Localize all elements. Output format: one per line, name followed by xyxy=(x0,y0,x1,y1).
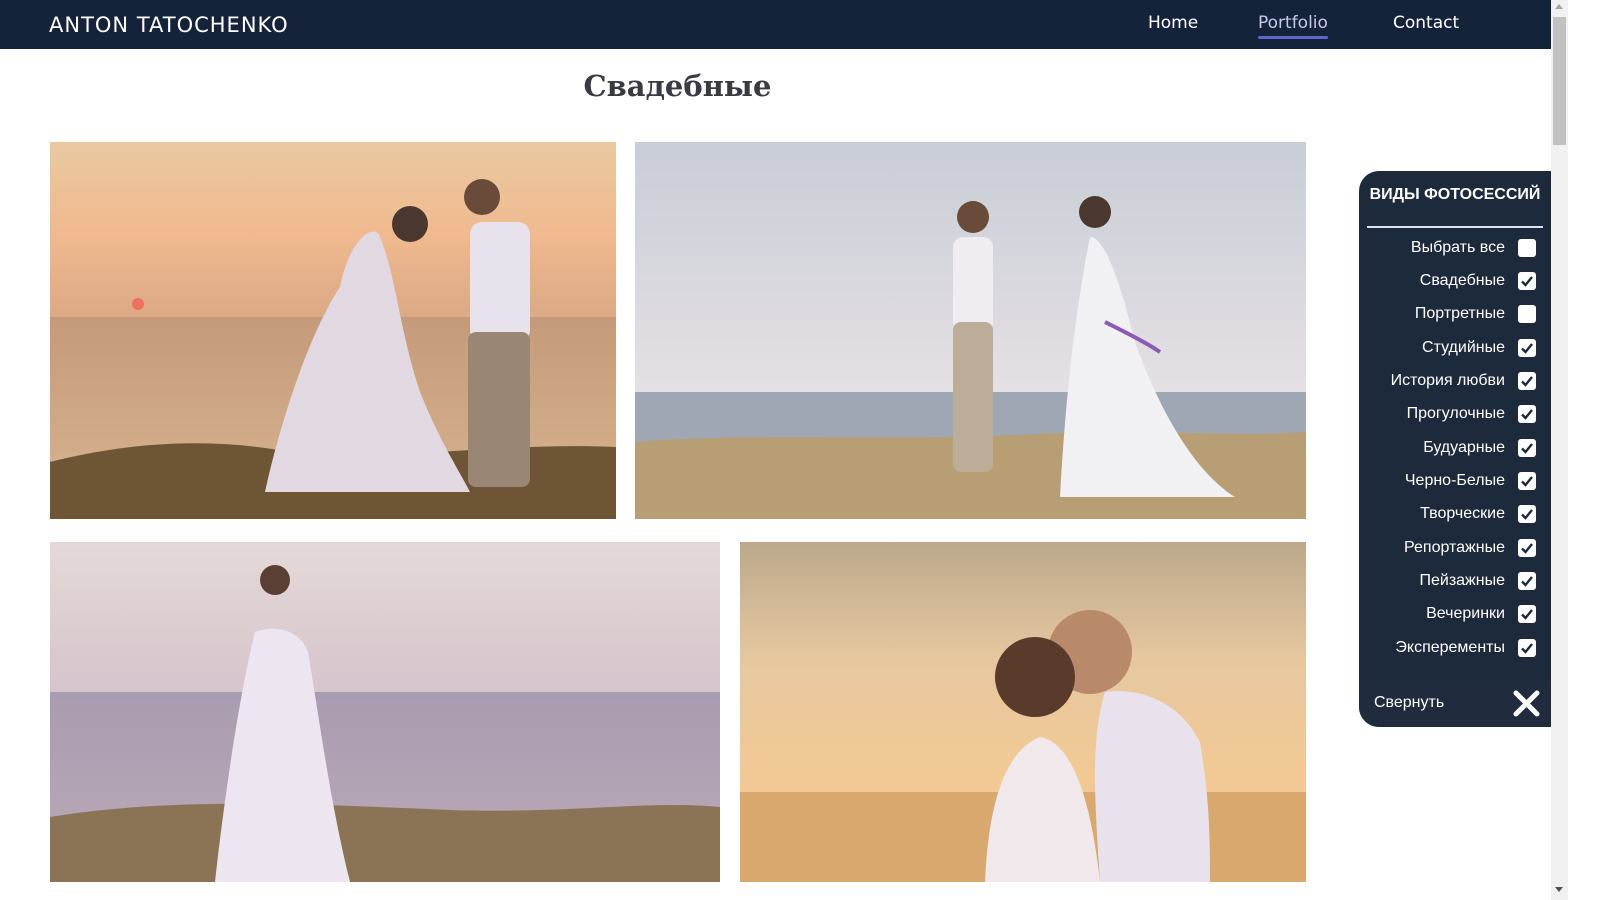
filter-item-landscape[interactable]: Пейзажные xyxy=(1359,566,1551,596)
close-x-icon[interactable] xyxy=(1512,689,1541,718)
collapse-panel-button[interactable]: Свернуть xyxy=(1374,694,1444,712)
site-brand[interactable]: ANTON TATOCHENKO xyxy=(49,13,289,37)
checkmark-icon xyxy=(1521,576,1533,587)
nav-portfolio-link[interactable]: Portfolio xyxy=(1258,13,1328,39)
filter-item-reportage[interactable]: Репортажные xyxy=(1359,533,1551,563)
filter-item-studio[interactable]: Студийные xyxy=(1359,333,1551,363)
checkmark-icon xyxy=(1521,609,1533,620)
active-nav-underline xyxy=(1258,36,1328,39)
filter-label: Черно-Белые xyxy=(1404,472,1505,489)
checkbox-checked[interactable] xyxy=(1518,572,1536,590)
filter-title-divider xyxy=(1367,226,1543,228)
nav-portfolio-label: Portfolio xyxy=(1258,13,1328,33)
filter-label: Выбрать все xyxy=(1410,239,1505,256)
checkbox-checked[interactable] xyxy=(1518,372,1536,390)
filter-item-parties[interactable]: Вечеринки xyxy=(1359,599,1551,629)
filter-label: Репортажные xyxy=(1404,539,1505,556)
checkmark-icon xyxy=(1521,509,1533,520)
panel-footer: Свернуть xyxy=(1359,681,1551,727)
filter-item-select-all[interactable]: Выбрать все xyxy=(1359,233,1551,263)
checkbox-checked[interactable] xyxy=(1518,439,1536,457)
filter-label: Прогулочные xyxy=(1406,405,1505,422)
checkbox-checked[interactable] xyxy=(1518,472,1536,490)
filter-label: Студийные xyxy=(1422,339,1505,356)
checkbox-unchecked[interactable] xyxy=(1518,305,1536,323)
checkmark-icon xyxy=(1521,543,1533,554)
checkmark-icon xyxy=(1521,476,1533,487)
wedding-couple-walking-field-photo[interactable] xyxy=(635,142,1306,519)
filter-label: Будуарные xyxy=(1423,439,1505,456)
bride-standing-sea-photo[interactable] xyxy=(50,542,720,882)
checkbox-checked[interactable] xyxy=(1518,539,1536,557)
page-title: Свадебные xyxy=(583,69,772,103)
checkbox-checked[interactable] xyxy=(1518,505,1536,523)
checkmark-icon xyxy=(1521,376,1533,387)
filter-label: Пейзажные xyxy=(1419,572,1505,589)
filter-item-wedding[interactable]: Свадебные xyxy=(1359,266,1551,296)
filter-label: История любви xyxy=(1390,372,1505,389)
filter-label: Вечеринки xyxy=(1426,605,1505,622)
photoshoot-filter-panel: ВИДЫ ФОТОСЕССИЙ Выбрать все Свадебные По… xyxy=(1359,171,1551,727)
filter-label: Портретные xyxy=(1414,305,1505,322)
filter-label: Творческие xyxy=(1420,505,1505,522)
scroll-up-arrow-icon[interactable] xyxy=(1555,4,1563,9)
nav-home-link[interactable]: Home xyxy=(1148,13,1198,33)
scroll-down-arrow-icon[interactable] xyxy=(1555,887,1563,892)
couple-embracing-sunset-photo[interactable] xyxy=(740,542,1306,882)
checkbox-checked[interactable] xyxy=(1518,639,1536,657)
scrollbar-thumb[interactable] xyxy=(1553,17,1566,145)
top-navigation-bar: ANTON TATOCHENKO Home Portfolio Contact xyxy=(0,0,1551,49)
filter-label: Свадебные xyxy=(1419,272,1505,289)
filter-label: Эксперементы xyxy=(1395,639,1505,656)
checkbox-unchecked[interactable] xyxy=(1518,239,1536,257)
filter-item-creative[interactable]: Творческие xyxy=(1359,499,1551,529)
checkbox-checked[interactable] xyxy=(1518,605,1536,623)
checkbox-checked[interactable] xyxy=(1518,272,1536,290)
filter-item-experiments[interactable]: Эксперементы xyxy=(1359,633,1551,663)
checkbox-checked[interactable] xyxy=(1518,339,1536,357)
checkmark-icon xyxy=(1521,443,1533,454)
filter-item-black-white[interactable]: Черно-Белые xyxy=(1359,466,1551,496)
checkmark-icon xyxy=(1521,409,1533,420)
filter-item-love-story[interactable]: История любви xyxy=(1359,366,1551,396)
checkmark-icon xyxy=(1521,343,1533,354)
nav-contact-link[interactable]: Contact xyxy=(1393,13,1459,33)
page-scrollbar[interactable] xyxy=(1551,0,1568,900)
wedding-couple-sunset-cliff-photo[interactable] xyxy=(50,142,616,519)
filter-item-boudoir[interactable]: Будуарные xyxy=(1359,433,1551,463)
filter-item-walks[interactable]: Прогулочные xyxy=(1359,399,1551,429)
checkbox-checked[interactable] xyxy=(1518,405,1536,423)
filter-panel-title: ВИДЫ ФОТОСЕССИЙ xyxy=(1369,186,1541,203)
filter-item-portrait[interactable]: Портретные xyxy=(1359,299,1551,329)
checkmark-icon xyxy=(1521,276,1533,287)
checkmark-icon xyxy=(1521,643,1533,654)
